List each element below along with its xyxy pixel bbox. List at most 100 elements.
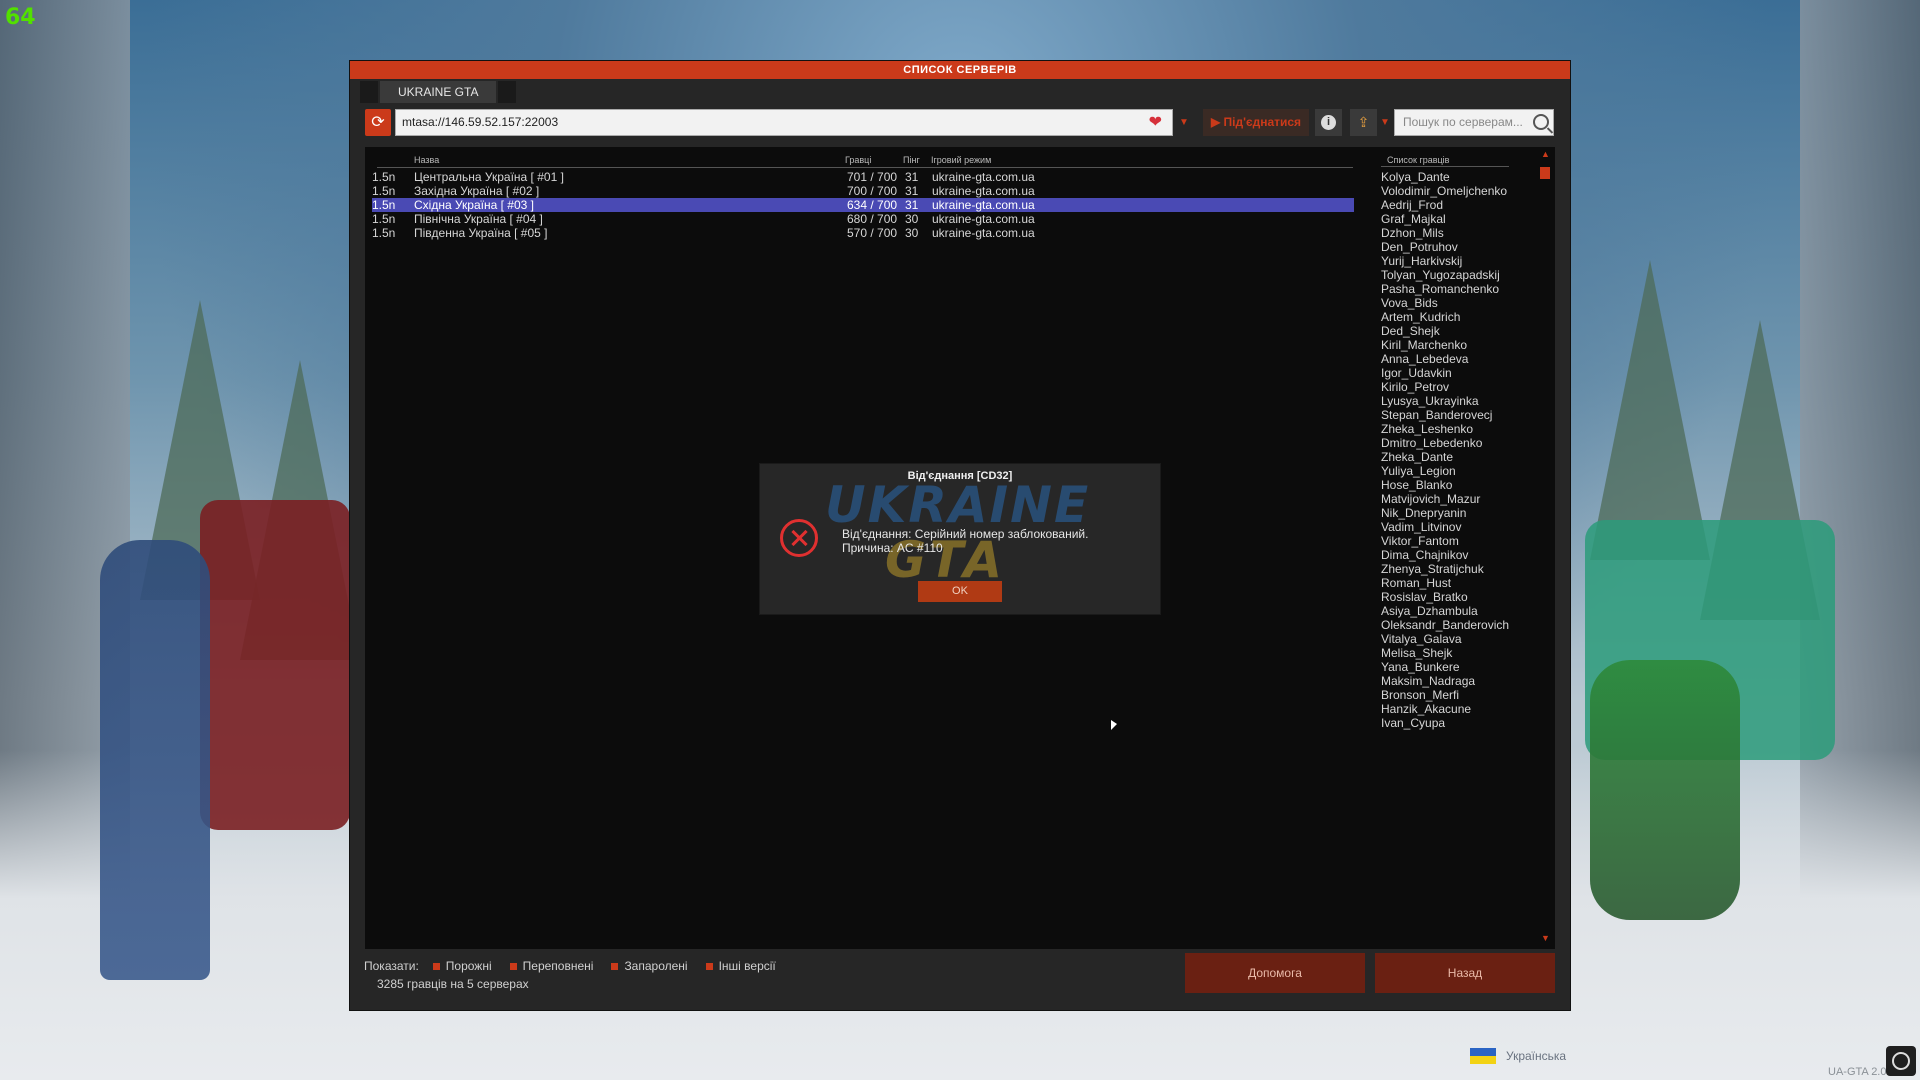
list-item[interactable]: Yurij_Harkivskij (1381, 254, 1521, 268)
info-button[interactable]: i (1315, 109, 1342, 136)
scrollbar-thumb[interactable] (1540, 167, 1550, 179)
language-label: Українська (1506, 1049, 1567, 1063)
list-item[interactable]: Hose_Blanko (1381, 478, 1521, 492)
column-name[interactable]: Назва (414, 155, 439, 165)
list-item[interactable]: Vadim_Litvinov (1381, 520, 1521, 534)
filter-checkbox[interactable]: Порожні (432, 959, 492, 973)
scroll-up-button[interactable]: ▲ (1541, 149, 1550, 159)
row-version: 1.5n (372, 226, 396, 240)
list-item[interactable]: Graf_Majkal (1381, 212, 1521, 226)
list-item[interactable]: Asiya_Dzhambula (1381, 604, 1521, 618)
filter-checkbox[interactable]: Переповнені (509, 959, 593, 973)
share-dropdown-button[interactable]: ▼ (1379, 109, 1391, 136)
list-item[interactable]: Bronson_Merfi (1381, 688, 1521, 702)
address-input[interactable]: mtasa://146.59.52.157:22003 ❤ (395, 109, 1173, 136)
info-icon: i (1321, 115, 1336, 131)
checkbox-icon (611, 962, 619, 970)
list-item[interactable]: Anna_Lebedeva (1381, 352, 1521, 366)
row-name: Східна Україна [ #03 ] (414, 198, 534, 212)
connect-button[interactable]: ▶ Під'єднатися (1203, 109, 1309, 136)
tab-ukraine-gta[interactable]: UKRAINE GTA (380, 81, 497, 103)
list-item[interactable]: Zhenya_Stratijchuk (1381, 562, 1521, 576)
list-item[interactable]: Oleksandr_Banderovich (1381, 618, 1521, 632)
list-item[interactable]: Pasha_Romanchenko (1381, 282, 1521, 296)
row-gamemode: ukraine-gta.com.ua (932, 170, 1035, 184)
list-item[interactable]: Zheka_Dante (1381, 450, 1521, 464)
list-item[interactable]: Dzhon_Mils (1381, 226, 1521, 240)
row-version: 1.5n (372, 170, 396, 184)
list-item[interactable]: Vova_Bids (1381, 296, 1521, 310)
table-row[interactable]: 1.5n Західна Україна [ #02 ] 700 / 700 31 uk… (372, 184, 1354, 198)
list-item[interactable]: Roman_Hust (1381, 576, 1521, 590)
list-item[interactable]: Dmitro_Lebedenko (1381, 436, 1521, 450)
refresh-button[interactable]: ⟳ (365, 109, 391, 136)
settings-corner-button[interactable] (1886, 1046, 1916, 1076)
back-button[interactable]: Назад (1375, 953, 1555, 993)
row-version: 1.5n (372, 198, 396, 212)
dialog-message-line1: Від'єднання: Серійний номер заблокований… (842, 527, 1089, 541)
list-item[interactable]: Hanzik_Akacune (1381, 702, 1521, 716)
row-name: Північна Україна [ #04 ] (414, 212, 543, 226)
share-button[interactable]: ⇪ (1350, 109, 1377, 136)
help-button[interactable]: Допомога (1185, 953, 1365, 993)
filter-label: Порожні (445, 959, 492, 973)
dialog-message: Від'єднання: Серійний номер заблокований… (842, 527, 1088, 555)
ok-button[interactable]: OK (918, 581, 1002, 602)
tab-right-spacer[interactable] (498, 81, 517, 103)
list-item[interactable]: Kirilo_Petrov (1381, 380, 1521, 394)
row-players: 701 / 700 (847, 170, 898, 184)
search-icon[interactable] (1533, 114, 1549, 130)
ukraine-flag-icon (1470, 1048, 1496, 1064)
list-item[interactable]: Nik_Dnepryanin (1381, 506, 1521, 520)
search-input[interactable]: Пошук по серверам... (1394, 109, 1554, 136)
list-item[interactable]: Ded_Shejk (1381, 324, 1521, 338)
list-item[interactable]: Lyusya_Ukrayinka (1381, 394, 1521, 408)
list-item[interactable]: Tolyan_Yugozapadskij (1381, 268, 1521, 282)
filter-checkbox[interactable]: Запаролені (611, 959, 688, 973)
column-ping[interactable]: Пінг (903, 155, 920, 165)
list-item[interactable]: Rosislav_Bratko (1381, 590, 1521, 604)
list-item[interactable]: Yuliya_Legion (1381, 464, 1521, 478)
search-placeholder: Пошук по серверам... (1403, 115, 1523, 129)
list-item[interactable]: Matvijovich_Mazur (1381, 492, 1521, 506)
list-item[interactable]: Yana_Bunkere (1381, 660, 1521, 674)
address-dropdown-button[interactable]: ▼ (1177, 109, 1191, 136)
checkbox-icon (705, 962, 713, 970)
column-gamemode[interactable]: Ігровий режим (931, 155, 991, 165)
tab-left-spacer[interactable] (360, 81, 378, 103)
table-row[interactable]: 1.5n Східна Україна [ #03 ] 634 / 700 31 ukr… (372, 198, 1354, 212)
list-item[interactable]: Zheka_Leshenko (1381, 422, 1521, 436)
row-name: Західна Україна [ #02 ] (414, 184, 540, 198)
list-item[interactable]: Den_Potruhov (1381, 240, 1521, 254)
row-gamemode: ukraine-gta.com.ua (932, 226, 1035, 240)
refresh-icon: ⟳ (371, 114, 385, 131)
fps-counter: 64 (5, 5, 36, 30)
row-gamemode: ukraine-gta.com.ua (932, 198, 1035, 212)
list-item[interactable]: Ivan_Cyupa (1381, 716, 1521, 730)
list-item[interactable]: Igor_Udavkin (1381, 366, 1521, 380)
table-row[interactable]: 1.5n Центральна Україна [ #01 ] 701 / 700 3… (372, 170, 1354, 184)
row-name: Центральна Україна [ #01 ] (414, 170, 564, 184)
scroll-down-button[interactable]: ▼ (1541, 933, 1550, 943)
list-item[interactable]: Kolya_Dante (1381, 170, 1521, 184)
list-item[interactable]: Maksim_Nadraga (1381, 674, 1521, 688)
list-item[interactable]: Volodimir_Omeljchenko (1381, 184, 1521, 198)
server-list-header: Назва Гравці Пінг Ігровий режим (377, 155, 1353, 168)
filter-checkbox[interactable]: Інші версії (705, 959, 776, 973)
heart-icon[interactable]: ❤ (1149, 114, 1162, 132)
dialog-message-line2: Причина: AC #110 (842, 541, 943, 555)
server-summary: 3285 гравців на 5 серверах (377, 977, 529, 991)
table-row[interactable]: 1.5n Південна Україна [ #05 ] 570 / 700 30 u… (372, 226, 1354, 240)
table-row[interactable]: 1.5n Північна Україна [ #04 ] 680 / 700 30 u… (372, 212, 1354, 226)
list-item[interactable]: Vitalya_Galava (1381, 632, 1521, 646)
list-item[interactable]: Melisa_Shejk (1381, 646, 1521, 660)
list-item[interactable]: Stepan_Banderovecj (1381, 408, 1521, 422)
column-players[interactable]: Гравці (845, 155, 871, 165)
list-item[interactable]: Kiril_Marchenko (1381, 338, 1521, 352)
list-item[interactable]: Aedrij_Frod (1381, 198, 1521, 212)
language-selector[interactable]: Українська (1470, 1048, 1566, 1064)
list-item[interactable]: Dima_Chajnikov (1381, 548, 1521, 562)
background-car-red (200, 500, 350, 830)
list-item[interactable]: Artem_Kudrich (1381, 310, 1521, 324)
list-item[interactable]: Viktor_Fantom (1381, 534, 1521, 548)
